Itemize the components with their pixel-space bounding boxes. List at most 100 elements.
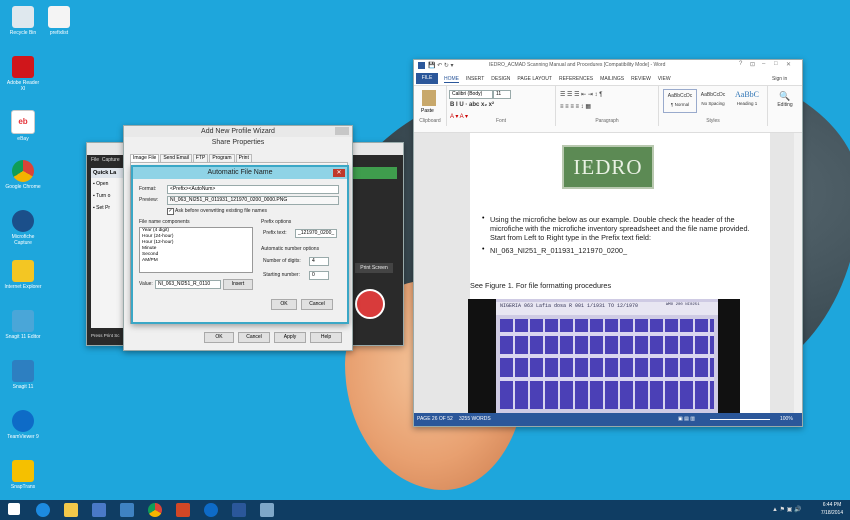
tab-page-layout[interactable]: PAGE LAYOUT bbox=[517, 76, 552, 82]
wizard-title: Add New Profile Wizard bbox=[201, 128, 275, 135]
quick-access-icons[interactable]: 💾 ↶ ↻ ▾ bbox=[428, 62, 454, 69]
desktop-icon-snagit[interactable]: Snagit 11 bbox=[4, 360, 42, 390]
desktop-icon-microfiche-capture[interactable]: Microfiche Capture bbox=[4, 210, 42, 246]
tab-view[interactable]: VIEW bbox=[658, 76, 671, 82]
start-label: Starting number: bbox=[263, 272, 300, 278]
tray-icons[interactable]: ▲ ⚑ ▣ 🔊 bbox=[772, 506, 801, 513]
tab-send-email[interactable]: Send Email bbox=[160, 154, 192, 162]
file-explorer-icon[interactable] bbox=[64, 503, 78, 517]
digits-label: Number of digits: bbox=[263, 258, 301, 264]
word-window: 💾 ↶ ↻ ▾ IEDRO_ACMAD Scanning Manual and … bbox=[413, 59, 803, 427]
align-icons[interactable]: ≡ ≡ ≡ ≡ ↕ ▦ bbox=[560, 103, 591, 110]
wizard-apply-button[interactable]: Apply bbox=[274, 332, 306, 343]
afn-titlebar: Automatic File Name ✕ bbox=[133, 167, 347, 179]
clock-date[interactable]: 7/18/2014 bbox=[818, 510, 846, 516]
tab-image-file[interactable]: Image File bbox=[130, 154, 160, 162]
close-button[interactable]: ✕ bbox=[786, 61, 791, 68]
wizard-ok-button[interactable]: OK bbox=[204, 332, 234, 343]
capture-menu[interactable]: File Capture bbox=[91, 157, 120, 163]
paste-label: Paste bbox=[421, 108, 434, 114]
ask-overwrite-checkbox[interactable]: ✓ bbox=[167, 208, 174, 215]
capture-toolbar-icons[interactable] bbox=[349, 167, 397, 179]
maximize-button[interactable]: □ bbox=[774, 61, 778, 67]
tab-program[interactable]: Program bbox=[209, 154, 235, 162]
tab-references[interactable]: REFERENCES bbox=[559, 76, 593, 82]
font-size-select[interactable]: 11 bbox=[493, 90, 511, 99]
wizard-help-button[interactable]: Help bbox=[310, 332, 342, 343]
help-icon[interactable]: ? bbox=[739, 61, 742, 67]
taskbar: ▲ ⚑ ▣ 🔊 6:44 PM 7/18/2014 bbox=[0, 500, 850, 520]
desktop-icon-recycle-bin[interactable]: Recycle Bin bbox=[4, 6, 42, 36]
list-item[interactable]: AM/PM bbox=[140, 258, 252, 264]
tab-insert[interactable]: INSERT bbox=[466, 76, 484, 82]
font-group: Calibri (Body) 11 B I U · abc x₂ x² A ▾ … bbox=[447, 86, 556, 126]
word-taskbar-icon[interactable] bbox=[232, 503, 246, 517]
clipboard-label: Clipboard bbox=[419, 118, 441, 124]
start-stepper[interactable]: 0 bbox=[309, 271, 329, 280]
components-list[interactable]: Year (4 digit) Hour (24-hour) Hour (12-h… bbox=[139, 227, 253, 273]
afn-close-button[interactable]: ✕ bbox=[333, 169, 345, 177]
powerpoint-icon[interactable] bbox=[176, 503, 190, 517]
microfiche-header: NIGERIA 063 Lafia dosa R 001 1/1931 TO 1… bbox=[496, 302, 718, 315]
afn-title: Automatic File Name bbox=[207, 169, 273, 176]
capture-taskbar-icon[interactable] bbox=[120, 503, 134, 517]
afn-ok-button[interactable]: OK bbox=[271, 299, 297, 310]
wizard-close-button[interactable] bbox=[335, 127, 349, 135]
tab-home[interactable]: HOME bbox=[444, 76, 459, 83]
print-screen-label[interactable]: Print Screen bbox=[355, 263, 393, 273]
capture-button[interactable] bbox=[355, 289, 385, 319]
internet-explorer-icon[interactable] bbox=[36, 503, 50, 517]
zoom-slider[interactable] bbox=[710, 419, 770, 420]
tab-print[interactable]: Print bbox=[235, 154, 252, 162]
wizard-taskbar-icon[interactable] bbox=[260, 503, 274, 517]
zoom-level[interactable]: 100% bbox=[780, 416, 793, 422]
desktop-icon-snagit-editor[interactable]: Snagit 11 Editor bbox=[4, 310, 42, 340]
sign-in-link[interactable]: Sign in bbox=[772, 76, 787, 82]
tab-file[interactable]: FILE bbox=[416, 73, 438, 84]
digits-stepper[interactable]: 4 bbox=[309, 257, 329, 266]
minimize-button[interactable]: – bbox=[762, 61, 765, 67]
capture-icon bbox=[12, 210, 34, 232]
list-icons[interactable]: ☰ ☰ ☰ ⇤ ⇥ ↕ ¶ bbox=[560, 91, 602, 98]
ebay-icon: eb bbox=[11, 110, 35, 134]
prefix-text-input[interactable]: _121970_0200_ bbox=[295, 229, 337, 238]
clock-time[interactable]: 6:44 PM bbox=[818, 502, 846, 508]
desktop-icon-snaptrans[interactable]: SnapTrans bbox=[4, 460, 42, 490]
wizard-cancel-button[interactable]: Cancel bbox=[238, 332, 270, 343]
microfiche-header-text: NIGERIA 063 Lafia dosa R 001 1/1931 TO 1… bbox=[500, 303, 639, 309]
tab-design[interactable]: DESIGN bbox=[491, 76, 510, 82]
format-select[interactable]: <Prefix><AutoNum> bbox=[167, 185, 339, 194]
value-field[interactable]: NI_063_NI251_R_0110 bbox=[155, 280, 221, 289]
desktop-icon-chrome[interactable]: Google Chrome bbox=[4, 160, 42, 190]
document-page[interactable]: IEDRO • Using the microfiche below as ou… bbox=[468, 133, 770, 413]
page-count[interactable]: PAGE 26 OF 52 bbox=[417, 416, 453, 422]
snagit-taskbar-icon[interactable] bbox=[92, 503, 106, 517]
word-count[interactable]: 3255 WORDS bbox=[459, 416, 491, 422]
desktop-icon-adobe-reader[interactable]: Adobe Reader XI bbox=[4, 56, 42, 92]
ribbon-display-icon[interactable]: ⊡ bbox=[750, 61, 755, 68]
chrome-taskbar-icon[interactable] bbox=[148, 503, 162, 517]
desktop-icon-internet-explorer[interactable]: Internet Explorer bbox=[4, 260, 42, 290]
tab-review[interactable]: REVIEW bbox=[631, 76, 651, 82]
desktop-icon-teamviewer[interactable]: TeamViewer 9 bbox=[4, 410, 42, 440]
style-normal[interactable]: AaBbCcDc ¶ Normal bbox=[663, 89, 697, 113]
style-no-spacing[interactable]: AaBbCcDc No Spacing bbox=[697, 89, 729, 111]
microfiche-row-gap bbox=[500, 354, 714, 358]
tab-ftp[interactable]: FTP bbox=[192, 154, 209, 162]
paragraph-label: Paragraph bbox=[595, 118, 619, 124]
view-icons[interactable]: ▣ ▤ ▥ bbox=[678, 416, 695, 422]
insert-button[interactable]: Insert bbox=[223, 279, 253, 290]
preview-field: NI_063_NI251_R_011931_121970_0200_0000.P… bbox=[167, 196, 339, 205]
editing-group[interactable]: 🔍 Editing bbox=[770, 91, 800, 108]
font-name-select[interactable]: Calibri (Body) bbox=[449, 90, 493, 99]
windows-start-icon[interactable] bbox=[8, 503, 20, 515]
vertical-scrollbar[interactable] bbox=[794, 133, 802, 413]
teamviewer-taskbar-icon[interactable] bbox=[204, 503, 218, 517]
tab-mailings[interactable]: MAILINGS bbox=[600, 76, 624, 82]
style-heading-1[interactable]: AaBbC Heading 1 bbox=[731, 89, 763, 111]
paste-icon[interactable] bbox=[422, 90, 436, 106]
desktop-icon-prefixlist[interactable]: prefixlist bbox=[40, 6, 78, 36]
afn-cancel-button[interactable]: Cancel bbox=[301, 299, 333, 310]
bold-italic-underline-icons[interactable]: B I U · abc x₂ x² bbox=[450, 102, 494, 108]
desktop-icon-ebay[interactable]: eb eBay bbox=[4, 110, 42, 142]
